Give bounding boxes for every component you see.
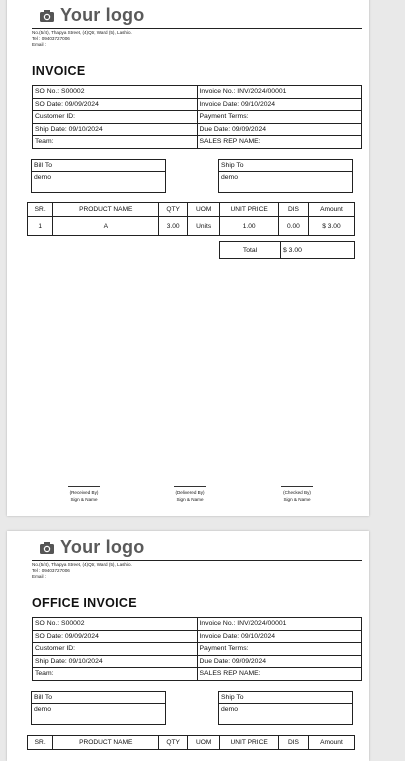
office-invoice-title: OFFICE INVOICE — [32, 596, 137, 610]
ship-to-box: Ship To demo — [218, 691, 353, 725]
cell-dis: 0.00 — [277, 216, 309, 236]
company-email: Email : — [32, 42, 47, 47]
so-date: SO Date: 09/09/2024 — [32, 629, 198, 643]
so-number: SO No.: S00002 — [32, 617, 198, 631]
col-dis: DIS — [277, 202, 309, 217]
signature-role: (Received By) — [69, 490, 99, 495]
total-box: Total $ 3.00 — [219, 241, 355, 259]
col-dis: DIS — [277, 735, 309, 750]
signature-line-label: Sign & Name — [176, 497, 204, 502]
total-value: $ 3.00 — [283, 246, 302, 254]
bill-to-label: Bill To — [32, 692, 165, 704]
table-header-row: SR. PRODUCT NAME QTY UOM UNIT PRICE DIS … — [26, 202, 356, 217]
invoice-date: Invoice Date: 09/10/2024 — [196, 629, 362, 643]
header-rule — [32, 560, 362, 561]
due-date: Due Date: 09/09/2024 — [196, 654, 362, 668]
invoice-meta-table: SO No.: S00002 Invoice No.: INV/2024/000… — [32, 85, 362, 149]
customer-id: Customer ID: — [32, 642, 198, 656]
col-amount: Amount — [307, 202, 356, 217]
ship-date: Ship Date: 09/10/2024 — [32, 122, 198, 136]
invoice-title: INVOICE — [32, 64, 86, 78]
so-date: SO Date: 09/09/2024 — [32, 97, 198, 111]
camera-icon — [39, 9, 55, 23]
cell-sr: 1 — [26, 216, 54, 236]
ship-to-value: demo — [221, 174, 239, 181]
office-invoice-page: Your logo No.(5/4), Thapya Street, (4)Qt… — [7, 531, 369, 761]
bill-to-box: Bill To demo — [31, 691, 166, 725]
line-items-table: SR. PRODUCT NAME QTY UOM UNIT PRICE DIS … — [26, 202, 356, 236]
cell-amount: $ 3.00 — [307, 216, 356, 236]
company-email: Email : — [32, 574, 47, 579]
table-row: 1 A 3.00 Units 1.00 0.00 $ 3.00 — [26, 216, 356, 236]
invoice-number: Invoice No.: INV/2024/00001 — [196, 85, 362, 99]
sales-rep-name: SALES REP NAME: — [196, 135, 362, 149]
logo-text: Your logo — [60, 5, 145, 25]
company-logo: Your logo — [39, 537, 144, 558]
invoice-date: Invoice Date: 09/10/2024 — [196, 97, 362, 111]
payment-terms: Payment Terms: — [196, 110, 362, 124]
ship-to-box: Ship To demo — [218, 159, 353, 193]
col-product-name: PRODUCT NAME — [52, 735, 160, 750]
header-rule — [32, 28, 362, 29]
col-qty: QTY — [158, 202, 189, 217]
bill-to-box: Bill To demo — [31, 159, 166, 193]
signature-line-label: Sign & Name — [283, 497, 311, 502]
logo-text: Your logo — [60, 537, 145, 557]
customer-id: Customer ID: — [32, 110, 198, 124]
cell-qty: 3.00 — [158, 216, 189, 236]
col-unit-price: UNIT PRICE — [219, 202, 279, 217]
ship-to-value: demo — [221, 706, 239, 713]
signature-received: (Received By) Sign & Name — [54, 486, 114, 503]
due-date: Due Date: 09/09/2024 — [196, 122, 362, 136]
signature-checked: (Checked By) Sign & Name — [267, 486, 327, 503]
col-qty: QTY — [158, 735, 189, 750]
invoice-number: Invoice No.: INV/2024/00001 — [196, 617, 362, 631]
col-unit-price: UNIT PRICE — [219, 735, 279, 750]
cell-unit-price: 1.00 — [219, 216, 279, 236]
total-label: Total — [220, 242, 281, 258]
company-address-block: No.(5/4), Thapya Street, (4)Qtr, Ward (5… — [32, 30, 132, 48]
cell-uom: Units — [187, 216, 221, 236]
signature-line-label: Sign & Name — [70, 497, 98, 502]
col-uom: UOM — [187, 735, 221, 750]
payment-terms: Payment Terms: — [196, 642, 362, 656]
table-header-row: SR. PRODUCT NAME QTY UOM UNIT PRICE DIS … — [26, 735, 356, 750]
signature-role: (Checked By) — [283, 490, 311, 495]
ship-date: Ship Date: 09/10/2024 — [32, 654, 198, 668]
col-amount: Amount — [307, 735, 356, 750]
team: Team: — [32, 667, 198, 681]
signature-role: (Delivered By) — [175, 490, 205, 495]
col-product-name: PRODUCT NAME — [52, 202, 160, 217]
company-address-block: No.(5/4), Thapya Street, (4)Qtr, Ward (5… — [32, 562, 132, 580]
col-sr: SR. — [26, 735, 54, 750]
camera-icon — [39, 541, 55, 555]
col-uom: UOM — [187, 202, 221, 217]
bill-to-value: demo — [34, 174, 52, 181]
col-sr: SR. — [26, 202, 54, 217]
ship-to-label: Ship To — [219, 692, 352, 704]
line-items-table: SR. PRODUCT NAME QTY UOM UNIT PRICE DIS … — [26, 735, 356, 750]
invoice-meta-table: SO No.: S00002 Invoice No.: INV/2024/000… — [32, 617, 362, 681]
so-number: SO No.: S00002 — [32, 85, 198, 99]
bill-to-label: Bill To — [32, 160, 165, 172]
invoice-page: Your logo No.(5/4), Thapya Street, (4)Qt… — [7, 0, 369, 516]
cell-product: A — [52, 216, 160, 236]
signature-delivered: (Delivered By) Sign & Name — [160, 486, 220, 503]
team: Team: — [32, 135, 198, 149]
ship-to-label: Ship To — [219, 160, 352, 172]
company-logo: Your logo — [39, 5, 144, 26]
bill-to-value: demo — [34, 706, 52, 713]
sales-rep-name: SALES REP NAME: — [196, 667, 362, 681]
